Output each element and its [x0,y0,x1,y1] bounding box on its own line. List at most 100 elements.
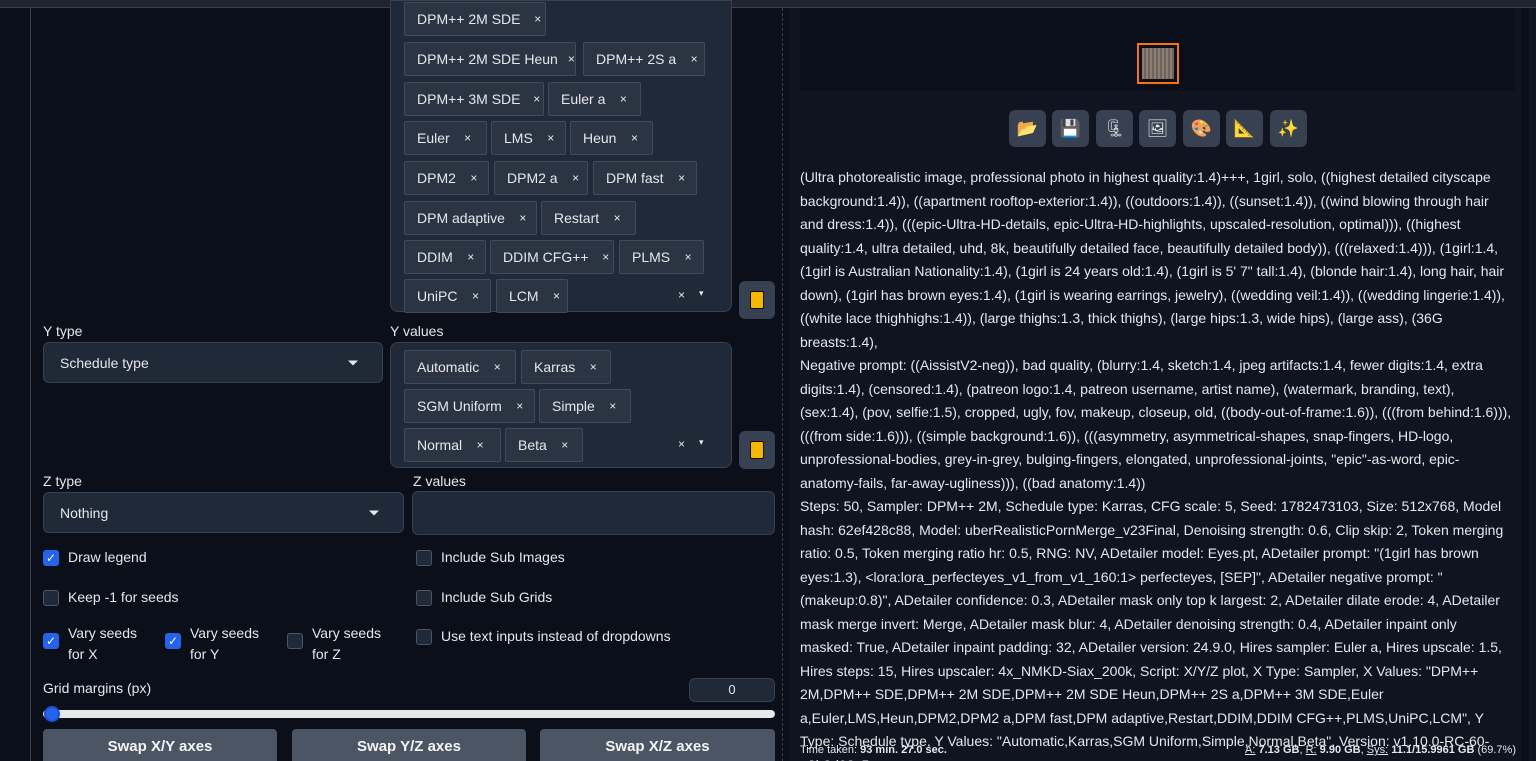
schedule-type-chip[interactable]: Automatic × [404,350,516,384]
y-type-select[interactable]: Schedule type [43,342,383,383]
clear-y-values-icon[interactable]: × [678,437,685,451]
schedule-type-chip[interactable]: SGM Uniform × [404,389,535,423]
checkbox-icon [43,590,59,606]
sampler-chip[interactable]: DPM++ 2M SDE Heun × [404,42,576,76]
sampler-chip-label: DPM2 [417,170,456,186]
memory-usage: A: 7.13 GB, R: 9.90 GB, Sys: 11.1/15.996… [1245,744,1516,756]
draw-legend-checkbox[interactable]: ✓ Draw legend [43,549,147,566]
sampler-chip[interactable]: Heun × [570,121,653,155]
remove-chip-icon[interactable]: × [605,398,621,414]
chevron-down-icon [348,360,358,365]
z-type-value: Nothing [60,504,109,521]
vary-seeds-z-checkbox[interactable]: Vary seeds for Z [287,623,381,665]
time-taken-value: 93 min. 27.0 sec. [860,744,947,756]
performance-footer: Time taken: 93 min. 27.0 sec. A: 7.13 GB… [800,744,1516,756]
gallery-thumbnail[interactable] [1137,43,1179,84]
remove-chip-icon[interactable]: × [466,170,482,186]
sampler-chip[interactable]: LCM × [496,279,568,313]
fill-y-values-button[interactable] [739,431,775,469]
fill-x-values-button[interactable] [739,281,775,319]
z-type-select[interactable]: Nothing [43,492,404,533]
remove-chip-icon[interactable]: × [530,11,545,27]
chevron-down-icon[interactable]: ▾ [699,288,704,299]
remove-chip-icon[interactable]: × [463,249,479,265]
sampler-chip[interactable]: DPM fast × [593,161,697,195]
chevron-down-icon[interactable]: ▾ [699,437,704,448]
remove-chip-icon[interactable]: × [680,249,696,265]
sampler-chip[interactable]: DPM2 × [404,161,489,195]
ruler-button[interactable]: 📐 [1226,110,1263,147]
sampler-chip-label: DPM++ 2M SDE Heun [417,51,558,67]
remove-chip-icon[interactable]: × [515,210,531,226]
sampler-chip[interactable]: DPM++ 2M SDE × [404,2,546,36]
include-sub-grids-checkbox[interactable]: Include Sub Grids [416,589,552,606]
vary-seeds-x-checkbox[interactable]: ✓ Vary seeds for X [43,623,137,665]
remove-chip-icon[interactable]: × [626,130,642,146]
sampler-chip[interactable]: DPM2 a × [494,161,588,195]
remove-chip-icon[interactable]: × [512,398,528,414]
remove-chip-icon[interactable]: × [467,288,483,304]
sampler-chip[interactable]: Euler a × [548,82,641,116]
z-type-label: Z type [43,473,82,489]
schedule-type-chip[interactable]: Beta × [505,428,583,462]
sampler-chip[interactable]: DDIM × [404,240,486,274]
remove-chip-icon[interactable]: × [549,288,565,304]
remove-chip-icon[interactable]: × [609,210,625,226]
vary-seeds-y-axis: for Y [190,646,220,662]
zip-button[interactable]: 🗜 [1096,110,1133,147]
folder-button[interactable]: 📂 [1009,110,1046,147]
remove-chip-icon[interactable]: × [489,359,505,375]
grid-margins-slider[interactable] [43,710,775,718]
remove-chip-icon[interactable]: × [686,51,702,67]
remove-chip-icon[interactable]: × [568,170,584,186]
sampler-chip[interactable]: LMS × [491,121,566,155]
remove-chip-icon[interactable]: × [585,359,601,375]
grid-margins-input[interactable]: 0 [689,678,775,702]
swap-xy-button[interactable]: Swap X/Y axes [43,729,277,761]
swap-xz-button[interactable]: Swap X/Z axes [540,729,775,761]
remove-chip-icon[interactable]: × [674,170,690,186]
remove-chip-icon[interactable]: × [568,51,575,67]
use-text-inputs-checkbox[interactable]: Use text inputs instead of dropdowns [416,628,671,645]
vary-seeds-x-axis: for X [68,646,98,662]
sampler-chip[interactable]: UniPC × [404,279,491,313]
remove-chip-icon[interactable]: × [615,91,631,107]
image-button[interactable]: 🖼 [1139,110,1176,147]
sampler-chip-label: DPM++ 2M SDE [417,11,521,27]
sampler-chip[interactable]: Euler × [404,121,487,155]
sparkle-icon: ✨ [1277,118,1300,138]
remove-chip-icon[interactable]: × [599,249,613,265]
schedule-type-chip[interactable]: Simple × [539,389,631,423]
clear-x-values-icon[interactable]: × [678,288,685,302]
memory-a-value: 7.13 GB [1258,744,1300,756]
scrollbar[interactable] [1521,8,1529,761]
vary-seeds-y-checkbox[interactable]: ✓ Vary seeds for Y [165,623,259,665]
memory-sys-percent: (69.7%) [1477,744,1516,756]
swap-yz-button[interactable]: Swap Y/Z axes [292,729,526,761]
sampler-chip[interactable]: PLMS × [619,240,704,274]
remove-chip-icon[interactable]: × [530,91,543,107]
sparkle-button[interactable]: ✨ [1270,110,1307,147]
remove-chip-icon[interactable]: × [472,437,488,453]
schedule-type-chip[interactable]: Normal × [404,428,501,462]
slider-handle[interactable] [44,706,60,722]
remove-chip-icon[interactable]: × [543,130,559,146]
sampler-chip[interactable]: DPM++ 2S a × [583,42,705,76]
parameters-text: Steps: 50, Sampler: DPM++ 2M, Schedule t… [800,498,1504,761]
z-values-input[interactable] [412,491,775,535]
remove-chip-icon[interactable]: × [460,130,476,146]
sampler-chip-label: Restart [554,210,600,226]
sampler-chip[interactable]: DPM++ 3M SDE × [404,82,544,116]
checkbox-check-icon: ✓ [165,633,181,649]
sampler-chip[interactable]: DPM adaptive × [404,201,537,235]
include-sub-images-checkbox[interactable]: Include Sub Images [416,549,565,566]
palette-button[interactable]: 🎨 [1183,110,1220,147]
sampler-chip-label: DPM fast [606,170,664,186]
save-button[interactable]: 💾 [1052,110,1089,147]
chevron-down-icon [369,510,379,515]
sampler-chip[interactable]: DDIM CFG++ × [490,240,614,274]
keep-seeds-checkbox[interactable]: Keep -1 for seeds [43,589,179,606]
sampler-chip[interactable]: Restart × [541,201,636,235]
schedule-type-chip[interactable]: Karras × [521,350,611,384]
remove-chip-icon[interactable]: × [557,437,573,453]
